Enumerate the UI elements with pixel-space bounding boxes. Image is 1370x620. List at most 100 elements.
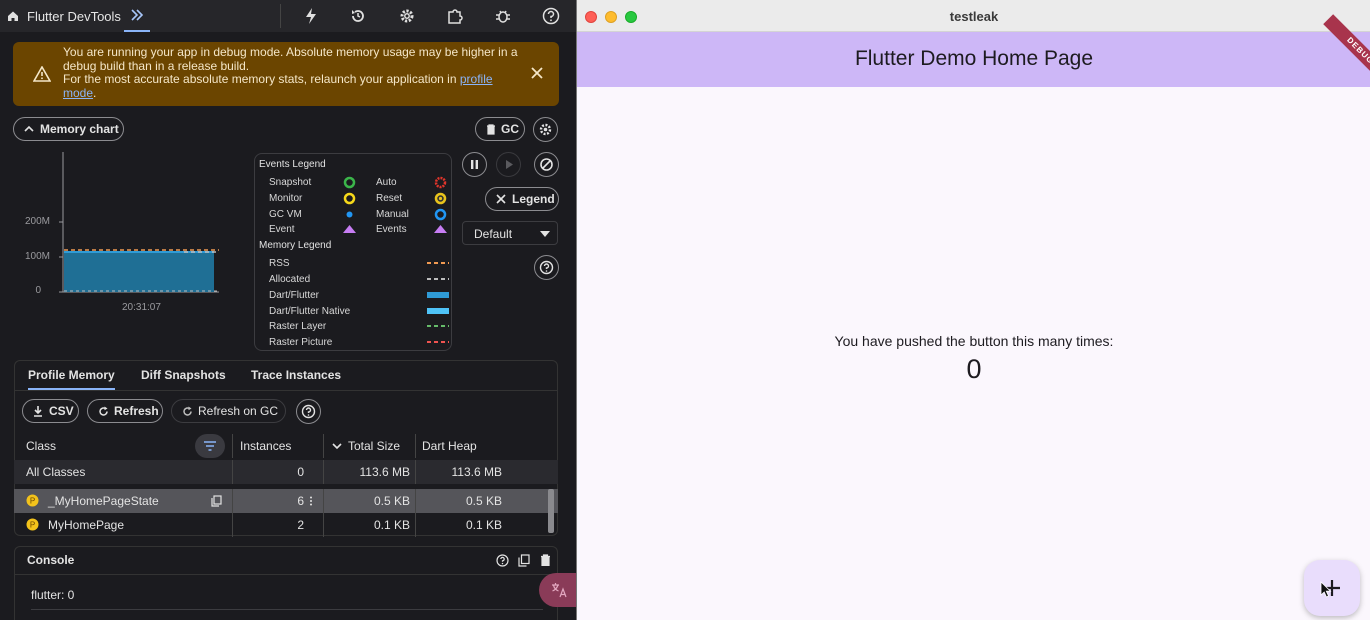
col-separator xyxy=(323,434,324,458)
interval-select[interactable]: Default xyxy=(462,221,558,245)
help-icon xyxy=(301,404,316,419)
console-panel: Console flutter: 0 xyxy=(14,546,558,620)
row-instances: 0 xyxy=(297,465,304,479)
legend-allocated: Allocated xyxy=(269,274,311,285)
table-row[interactable]: P MyHomePage 2 0.1 KB 0.1 KB xyxy=(14,513,558,537)
table-row-all-classes[interactable]: All Classes 0 113.6 MB 113.6 MB xyxy=(14,460,558,484)
header-dart-heap[interactable]: Dart Heap xyxy=(422,439,477,453)
csv-export-button[interactable]: CSV xyxy=(22,399,79,423)
counter-value: 0 xyxy=(966,354,982,384)
app-bar: Flutter Demo Home Page DEBUG xyxy=(577,14,1370,88)
dropdown-arrow-icon xyxy=(540,231,550,237)
raster-layer-swatch xyxy=(427,325,449,327)
close-banner-icon[interactable] xyxy=(530,66,544,80)
more-vert-icon[interactable] xyxy=(309,496,313,506)
gc-button[interactable]: GC xyxy=(475,117,525,141)
close-icon xyxy=(496,194,506,204)
dart-flutter-swatch xyxy=(427,292,449,298)
copy-icon[interactable] xyxy=(518,554,530,567)
legend-gc-vm: GC VM xyxy=(269,209,302,220)
legend-toggle-button[interactable]: Legend xyxy=(485,187,559,211)
row-total-size: 113.6 MB xyxy=(359,465,410,479)
window-title-bar: testleak xyxy=(577,0,1370,32)
row-total-size: 0.1 KB xyxy=(373,518,410,532)
chart-legend: Events Legend Snapshot Auto Monitor Rese… xyxy=(254,153,452,351)
memory-chart: 200M 100M 0 20:31:07 xyxy=(14,150,234,320)
legend-raster-layer: Raster Layer xyxy=(269,321,327,332)
tab-diff-snapshots[interactable]: Diff Snapshots xyxy=(141,368,226,382)
tab-trace-instances[interactable]: Trace Instances xyxy=(251,368,341,382)
debug-bug-icon[interactable] xyxy=(494,7,512,25)
clear-button[interactable] xyxy=(534,152,559,177)
settings-gear-icon[interactable] xyxy=(398,7,416,25)
banner-line-2-prefix: For the most accurate absolute memory st… xyxy=(63,72,460,86)
console-line: flutter: 0 xyxy=(31,588,75,602)
chevron-up-icon xyxy=(24,125,34,132)
copy-icon[interactable] xyxy=(211,495,222,507)
x-tick-time: 20:31:07 xyxy=(122,302,161,313)
app-title: Flutter DevTools xyxy=(27,9,121,24)
row-dart-heap: 113.6 MB xyxy=(451,465,502,479)
legend-dart-flutter-native: Dart/Flutter Native xyxy=(269,306,351,317)
row-instances: 2 xyxy=(297,518,304,532)
header-total-size[interactable]: Total Size xyxy=(348,439,400,453)
increment-fab[interactable] xyxy=(1304,560,1360,616)
interval-select-value: Default xyxy=(474,227,513,241)
class-filter-button[interactable] xyxy=(195,434,225,458)
col-separator xyxy=(415,434,416,458)
chart-help-button[interactable] xyxy=(534,255,559,280)
hot-restart-icon[interactable] xyxy=(349,7,367,25)
mouse-cursor-icon xyxy=(1320,581,1332,598)
row-class-name: _MyHomePageState xyxy=(48,494,159,508)
legend-manual: Manual xyxy=(376,209,409,220)
tab-profile-memory[interactable]: Profile Memory xyxy=(28,368,115,390)
legend-auto: Auto xyxy=(376,177,397,188)
chart-settings-button[interactable] xyxy=(533,117,558,142)
translate-overlay-button[interactable] xyxy=(539,573,576,607)
trash-icon xyxy=(487,123,495,135)
sort-descending-icon[interactable] xyxy=(332,442,342,450)
auto-ring-icon xyxy=(434,176,447,189)
warning-icon xyxy=(33,66,51,82)
help-icon[interactable] xyxy=(496,554,509,567)
gear-icon xyxy=(539,123,552,136)
row-dart-heap: 0.1 KB xyxy=(465,518,502,532)
monitor-ring-icon xyxy=(343,192,356,205)
filter-icon xyxy=(204,441,216,451)
memory-chart-toggle-button[interactable]: Memory chart xyxy=(13,117,124,141)
extensions-puzzle-icon[interactable] xyxy=(446,7,464,25)
app-bar-title: Flutter Demo Home Page xyxy=(854,47,1094,70)
legend-event: Event xyxy=(269,224,295,235)
hot-reload-icon[interactable] xyxy=(302,7,320,25)
resume-button[interactable] xyxy=(496,152,521,177)
profile-help-button[interactable] xyxy=(296,399,321,424)
col-separator xyxy=(232,434,233,458)
legend-button-label: Legend xyxy=(512,192,555,206)
delete-icon[interactable] xyxy=(540,554,551,566)
banner-line-2: For the most accurate absolute memory st… xyxy=(63,72,518,100)
more-screens-button[interactable] xyxy=(124,0,150,32)
pause-icon xyxy=(471,160,478,169)
header-class[interactable]: Class xyxy=(26,439,56,453)
col-separator xyxy=(232,513,233,537)
class-table-header: Class Instances Total Size Dart Heap xyxy=(14,434,558,458)
help-icon[interactable] xyxy=(542,7,560,25)
class-type-icon: P xyxy=(26,518,39,531)
row-dart-heap: 0.5 KB xyxy=(465,494,502,508)
home-icon[interactable] xyxy=(6,9,20,23)
refresh-button[interactable]: Refresh xyxy=(87,399,163,423)
pause-button[interactable] xyxy=(462,152,487,177)
legend-dart-flutter: Dart/Flutter xyxy=(269,290,320,301)
banner-message: You are running your app in debug mode. … xyxy=(63,45,518,100)
refresh-on-gc-toggle[interactable]: Refresh on GC xyxy=(171,399,286,423)
header-instances[interactable]: Instances xyxy=(240,439,291,453)
counter-label: You have pushed the button this many tim… xyxy=(834,333,1114,349)
events-legend-title: Events Legend xyxy=(259,159,326,170)
gc-vm-dot-icon xyxy=(346,211,353,218)
console-title: Console xyxy=(27,553,75,567)
svg-text:P: P xyxy=(30,521,35,530)
refresh-label: Refresh xyxy=(114,404,159,418)
table-row-selected[interactable]: P _MyHomePageState 6 0.5 KB 0.5 KB xyxy=(14,489,558,533)
memory-legend-title: Memory Legend xyxy=(259,240,332,251)
debug-mode-warning-banner: You are running your app in debug mode. … xyxy=(13,42,559,106)
